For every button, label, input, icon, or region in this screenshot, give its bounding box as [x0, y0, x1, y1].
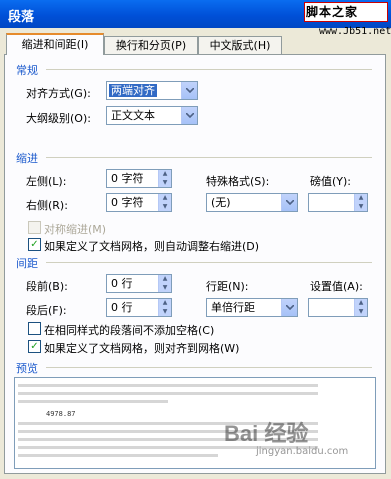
window-title: 段落 — [8, 10, 35, 25]
tab-indent-spacing[interactable]: 缩进和间距(I) — [6, 33, 104, 55]
up-down-arrows-icon[interactable]: ▲ ▼ — [158, 275, 171, 292]
preview-section-title: 预览 — [16, 362, 38, 375]
auto-adjust-indent-checkbox[interactable]: ✓ — [28, 238, 41, 251]
tab-asian-typography[interactable]: 中文版式(H) — [198, 36, 282, 54]
chevron-down-icon[interactable] — [181, 107, 197, 124]
watermark-url: www.Jb51.net — [319, 26, 391, 37]
preview-line — [18, 400, 168, 403]
alignment-label: 对齐方式(G): — [26, 87, 91, 100]
preview-line — [18, 454, 218, 457]
special-format-label: 特殊格式(S): — [206, 175, 270, 188]
no-space-same-style-label: 在相同样式的段落间不添加空格(C) — [44, 324, 215, 337]
baidu-watermark-url: jingyan.baidu.com — [256, 446, 349, 457]
line-spacing-label: 行距(N): — [206, 280, 249, 293]
indent-right-label: 右侧(R): — [26, 199, 68, 212]
indent-section-title: 缩进 — [16, 152, 38, 165]
general-section-title: 常规 — [16, 64, 38, 77]
tab-line-page-breaks[interactable]: 换行和分页(P) — [104, 36, 198, 54]
preview-line — [18, 384, 318, 387]
auto-adjust-indent-label: 如果定义了文档网格，则自动调整右缩进(D) — [44, 240, 260, 253]
mirror-indent-checkbox[interactable] — [28, 221, 41, 234]
divider — [46, 367, 372, 368]
divider — [46, 157, 372, 158]
indent-by-label: 磅值(Y): — [310, 175, 352, 188]
baidu-watermark: Bai 经验 — [224, 421, 309, 446]
spacing-at-label: 设置值(A): — [310, 280, 363, 293]
watermark-text: 脚本之家 — [306, 5, 359, 19]
space-before-label: 段前(B): — [26, 280, 68, 293]
snap-to-grid-label: 如果定义了文档网格，则对齐到网格(W) — [44, 342, 240, 355]
divider — [46, 262, 372, 263]
outline-level-label: 大纲级别(O): — [26, 112, 91, 125]
up-down-arrows-icon[interactable]: ▲ ▼ — [354, 299, 367, 316]
mirror-indent-label: 对称缩进(M) — [44, 223, 107, 236]
divider — [46, 69, 372, 70]
preview-line — [18, 392, 318, 395]
chevron-down-icon[interactable] — [281, 194, 297, 211]
check-mark-icon: ✓ — [30, 239, 39, 250]
up-down-arrows-icon[interactable]: ▲ ▼ — [354, 194, 367, 211]
up-down-arrows-icon[interactable]: ▲ ▼ — [158, 194, 171, 211]
check-mark-icon: ✓ — [30, 341, 39, 352]
alignment-value: 两端对齐 — [109, 84, 157, 97]
preview-sample-text: 4978.87 — [46, 410, 76, 418]
indent-left-label: 左侧(L): — [26, 175, 67, 188]
spacing-section-title: 间距 — [16, 257, 38, 270]
up-down-arrows-icon[interactable]: ▲ ▼ — [158, 170, 171, 187]
up-down-arrows-icon[interactable]: ▲ ▼ — [158, 299, 171, 316]
space-after-label: 段后(F): — [26, 304, 67, 317]
no-space-same-style-checkbox[interactable] — [28, 322, 41, 335]
chevron-down-icon[interactable] — [281, 299, 297, 316]
chevron-down-icon[interactable] — [181, 82, 197, 99]
snap-to-grid-checkbox[interactable]: ✓ — [28, 340, 41, 353]
